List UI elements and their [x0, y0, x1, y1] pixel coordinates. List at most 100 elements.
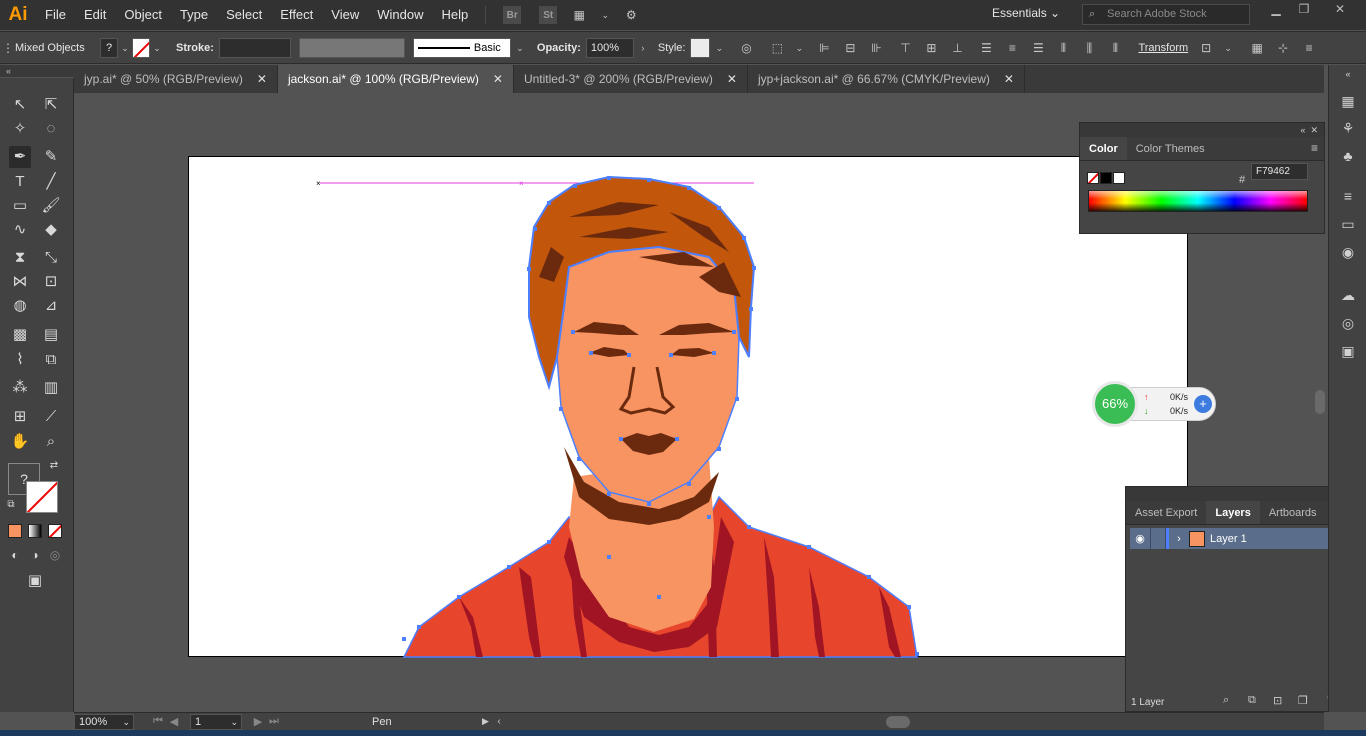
menu-edit[interactable]: Edit: [75, 0, 115, 30]
tab-layers[interactable]: Layers: [1206, 501, 1260, 524]
stroke-color-box[interactable]: [26, 481, 58, 513]
color-spectrum[interactable]: [1088, 190, 1308, 212]
opacity-label[interactable]: Opacity:: [537, 42, 581, 54]
pen-tool-icon[interactable]: ✒: [9, 146, 31, 168]
menu-file[interactable]: File: [36, 0, 75, 30]
eyedropper-tool-icon[interactable]: ⌇: [9, 349, 31, 371]
lasso-tool-icon[interactable]: ◌: [40, 118, 62, 140]
transform-again-icon[interactable]: ⊹: [1275, 40, 1291, 56]
line-segment-tool-icon[interactable]: ╱: [40, 171, 62, 193]
opacity-input[interactable]: 100%: [585, 37, 634, 58]
creative-cloud-libraries-icon[interactable]: ☁: [1339, 286, 1357, 304]
panel-menu-icon[interactable]: ≡: [1301, 40, 1317, 56]
change-screen-mode-icon[interactable]: ▣: [24, 570, 46, 592]
gpu-performance-icon[interactable]: ⚙: [623, 7, 639, 23]
chevron-right-icon[interactable]: ›: [639, 40, 647, 56]
chevron-down-icon[interactable]: ⌄: [597, 7, 613, 23]
first-artboard-icon[interactable]: ⏮: [150, 715, 166, 728]
brush-definition[interactable]: Basic: [412, 37, 511, 58]
tab-untitled-3[interactable]: Untitled-3* @ 200% (RGB/Preview) ✕: [514, 65, 748, 93]
menu-object[interactable]: Object: [115, 0, 171, 30]
lock-toggle[interactable]: [1150, 528, 1166, 549]
default-fill-stroke-icon[interactable]: ⧉: [4, 498, 18, 512]
appearance-icon[interactable]: ◎: [1339, 314, 1357, 332]
chevron-down-icon[interactable]: ⌄: [1224, 40, 1232, 56]
close-icon[interactable]: ✕: [1326, 2, 1354, 20]
close-icon[interactable]: ✕: [1310, 125, 1318, 135]
restore-icon[interactable]: ❐: [1290, 2, 1318, 20]
close-icon[interactable]: ✕: [493, 72, 503, 86]
menu-view[interactable]: View: [322, 0, 368, 30]
perspective-grid-tool-icon[interactable]: ⊿: [40, 295, 62, 317]
selection-tool-icon[interactable]: ↖: [9, 94, 31, 116]
tab-artboards[interactable]: Artboards: [1260, 501, 1326, 524]
arrange-icon[interactable]: ▦: [1249, 40, 1265, 56]
none-mode-swatch[interactable]: [48, 524, 62, 538]
graphic-style-swatch[interactable]: [690, 37, 711, 58]
artboard-number-field[interactable]: 1 ⌄: [190, 713, 242, 730]
menu-window[interactable]: Window: [368, 0, 432, 30]
align-horizontal-center-icon[interactable]: ⊟: [842, 40, 858, 56]
zoom-field[interactable]: 100% ⌄: [74, 713, 134, 730]
hex-input[interactable]: F79462: [1251, 163, 1308, 180]
next-artboard-icon[interactable]: ▶: [250, 715, 266, 728]
mesh-tool-icon[interactable]: ▩: [9, 324, 31, 346]
blend-tool-icon[interactable]: ⧉: [40, 349, 62, 371]
artboard[interactable]: × ×: [188, 156, 1188, 658]
draw-inside-icon[interactable]: ◎: [46, 546, 64, 564]
magic-wand-tool-icon[interactable]: ✧: [9, 118, 31, 140]
tab-color-themes[interactable]: Color Themes: [1127, 137, 1214, 160]
white-swatch[interactable]: [1113, 172, 1125, 184]
align-to-selection-icon[interactable]: ⬚: [769, 40, 785, 56]
close-icon[interactable]: ✕: [1004, 72, 1014, 86]
last-artboard-icon[interactable]: ⏭: [266, 715, 282, 728]
transparency-icon[interactable]: ◉: [1339, 243, 1357, 261]
distribute-center-icon[interactable]: ≡: [1004, 40, 1020, 56]
visibility-eye-icon[interactable]: ◉: [1130, 532, 1150, 545]
rectangle-tool-icon[interactable]: ▭: [9, 195, 31, 217]
panel-menu-icon[interactable]: ≡: [1311, 141, 1318, 155]
align-vertical-center-icon[interactable]: ⊞: [923, 40, 939, 56]
collapse-panel-icon[interactable]: «: [1300, 125, 1305, 135]
width-tool-icon[interactable]: ⋈: [9, 271, 31, 293]
new-sublayer-icon[interactable]: ⊡: [1273, 694, 1282, 707]
eraser-tool-icon[interactable]: ◆: [40, 219, 62, 241]
layer-name[interactable]: Layer 1: [1210, 533, 1330, 545]
close-icon[interactable]: ✕: [727, 72, 737, 86]
vertical-scrollbar-thumb[interactable]: [1315, 390, 1325, 414]
distribute-right-icon[interactable]: ⦀: [1107, 40, 1123, 56]
curvature-tool-icon[interactable]: ✎: [40, 146, 62, 168]
menu-select[interactable]: Select: [217, 0, 271, 30]
distribute-top-icon[interactable]: ☰: [978, 40, 994, 56]
chevron-right-icon[interactable]: ›: [1169, 533, 1189, 545]
align-right-icon[interactable]: ⊪: [868, 40, 884, 56]
isolate-icon[interactable]: ⊡: [1198, 40, 1214, 56]
distribute-horizontal-icon[interactable]: ⫼: [1081, 40, 1097, 56]
reflect-tool-icon[interactable]: ⧗: [9, 247, 31, 269]
stroke-panel-icon[interactable]: ≡: [1339, 187, 1357, 205]
variable-width-profile[interactable]: [298, 37, 405, 58]
horizontal-scrollbar-thumb[interactable]: [886, 715, 910, 728]
distribute-bottom-icon[interactable]: ☰: [1030, 40, 1046, 56]
gradient-mode-swatch[interactable]: [28, 524, 42, 538]
none-swatch[interactable]: [1087, 172, 1099, 184]
toolbar-collapse[interactable]: «: [0, 65, 74, 77]
swatches-icon[interactable]: ▦: [1339, 92, 1357, 110]
transform-link[interactable]: Transform: [1138, 42, 1188, 54]
close-icon[interactable]: ✕: [257, 72, 267, 86]
chevron-down-icon[interactable]: ⌄: [153, 40, 161, 56]
align-bottom-icon[interactable]: ⊥: [949, 40, 965, 56]
stroke-weight-input[interactable]: [218, 37, 291, 58]
new-layer-icon[interactable]: ❐: [1298, 694, 1308, 707]
direct-selection-tool-icon[interactable]: ⇱: [40, 94, 62, 116]
scale-tool-icon[interactable]: ⤡: [40, 247, 62, 269]
align-left-icon[interactable]: ⊫: [816, 40, 832, 56]
gradient-tool-icon[interactable]: ▤: [40, 324, 62, 346]
menu-type[interactable]: Type: [171, 0, 217, 30]
search-input[interactable]: ⌕ Search Adobe Stock: [1082, 4, 1250, 25]
expand-panels-icon[interactable]: «: [1339, 65, 1357, 83]
menu-help[interactable]: Help: [432, 0, 477, 30]
hand-tool-icon[interactable]: ✋: [9, 431, 31, 453]
chevron-down-icon[interactable]: ⌄: [715, 40, 724, 56]
shape-builder-tool-icon[interactable]: ◍: [9, 295, 31, 317]
